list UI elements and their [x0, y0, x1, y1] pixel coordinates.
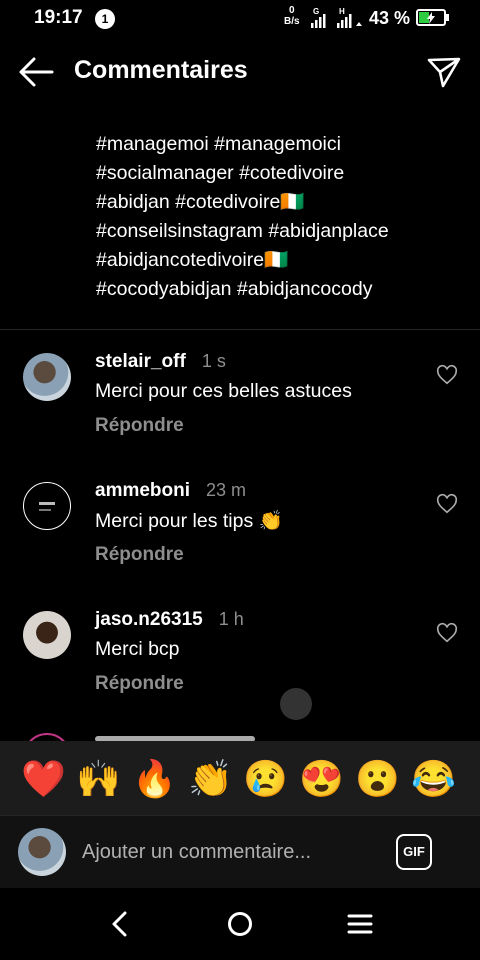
comment-header: stelair_off 1 s: [95, 351, 226, 373]
menu-icon[interactable]: [346, 912, 374, 936]
comment-text: Merci pour les tips 👏: [95, 510, 283, 532]
emoji-surprised[interactable]: 😮: [355, 757, 400, 801]
battery-icon: [416, 9, 446, 26]
status-time: 19:17: [34, 7, 83, 28]
comment-header: ammeboni 23 m: [95, 480, 246, 502]
emoji-heart[interactable]: ❤️: [21, 757, 66, 801]
emoji-crying[interactable]: 😢: [243, 757, 288, 801]
status-bar: 19:17 1 0 B/s G H 43 %: [0, 0, 480, 38]
caption-line: #managemoi #managemoici: [96, 133, 341, 155]
comment-time: 1 s: [201, 351, 226, 371]
paper-plane-icon[interactable]: [426, 55, 462, 89]
caption-line: #socialmanager #cotedivoire: [96, 162, 345, 184]
battery-percent: 43 %: [369, 8, 411, 28]
system-nav-bar: [0, 888, 480, 960]
reply-button[interactable]: Répondre: [95, 673, 184, 695]
comment-header: jaso.n26315 1 h: [95, 609, 244, 631]
emoji-fire[interactable]: 🔥: [132, 757, 177, 801]
gif-button[interactable]: GIF: [396, 834, 432, 870]
emoji-clap[interactable]: 👏: [188, 757, 233, 801]
heart-outline-icon[interactable]: [436, 493, 458, 515]
circle-home-icon[interactable]: [226, 910, 254, 938]
avatar[interactable]: [23, 482, 71, 530]
comment-username[interactable]: stelair_off: [95, 351, 186, 372]
comment-time: 1 h: [218, 609, 244, 629]
touch-indicator: [280, 688, 312, 720]
comment-item: jaso.n26315 1 h Merci bcp Répondre: [0, 598, 480, 718]
caption-line: #conseilsinstagram #abidjanplace: [96, 220, 389, 242]
arrow-left-icon[interactable]: [18, 56, 54, 88]
network-speed: 0 B/s: [284, 5, 300, 27]
network-type-2: H: [339, 7, 345, 16]
reply-button[interactable]: Répondre: [95, 544, 184, 566]
avatar: [18, 828, 66, 876]
page-title: Commentaires: [74, 56, 248, 84]
emoji-reaction-bar: [0, 741, 480, 815]
charging-bolt-icon: [427, 12, 435, 24]
caption-line: #abidjan #cotedivoire🇨🇮: [96, 191, 305, 213]
comment-text: Merci pour ces belles astuces: [95, 380, 352, 402]
divider: [0, 329, 480, 330]
emoji-heart-eyes[interactable]: 😍: [299, 757, 344, 801]
comment-item: stelair_off 1 s Merci pour ces belles ast…: [0, 340, 480, 460]
comment-time: 23 m: [206, 480, 247, 500]
comment-item: ammeboni 23 m Merci pour les tips 👏 Répon…: [0, 469, 480, 589]
avatar[interactable]: [23, 611, 71, 659]
emoji-raised-hands[interactable]: 🙌: [76, 757, 121, 801]
caption-line: #abidjancotedivoire🇨🇮: [96, 249, 289, 271]
avatar[interactable]: [23, 353, 71, 401]
comment-username[interactable]: jaso.n26315: [95, 609, 203, 630]
comment-text: Merci bcp: [95, 638, 180, 660]
comment-input[interactable]: Ajouter un commentaire...: [82, 841, 311, 864]
comment-username[interactable]: ammeboni: [95, 480, 190, 501]
emoji-laughing[interactable]: 😂: [411, 757, 456, 801]
reply-button[interactable]: Répondre: [95, 415, 184, 437]
network-type-1: G: [313, 7, 319, 16]
battery-cap: [446, 14, 449, 21]
signal-icon: G H: [311, 7, 362, 28]
network-speed-value: 0: [289, 5, 295, 16]
caption-line: #cocodyabidjan #abidjancocody: [96, 278, 373, 300]
network-speed-unit: B/s: [284, 16, 300, 27]
notification-badge: 1: [95, 9, 115, 29]
heart-outline-icon[interactable]: [436, 364, 458, 386]
post-caption: #managemoi #managemoici #socialmanager #…: [96, 130, 456, 304]
heart-outline-icon[interactable]: [436, 622, 458, 644]
chevron-left-icon[interactable]: [108, 910, 132, 938]
